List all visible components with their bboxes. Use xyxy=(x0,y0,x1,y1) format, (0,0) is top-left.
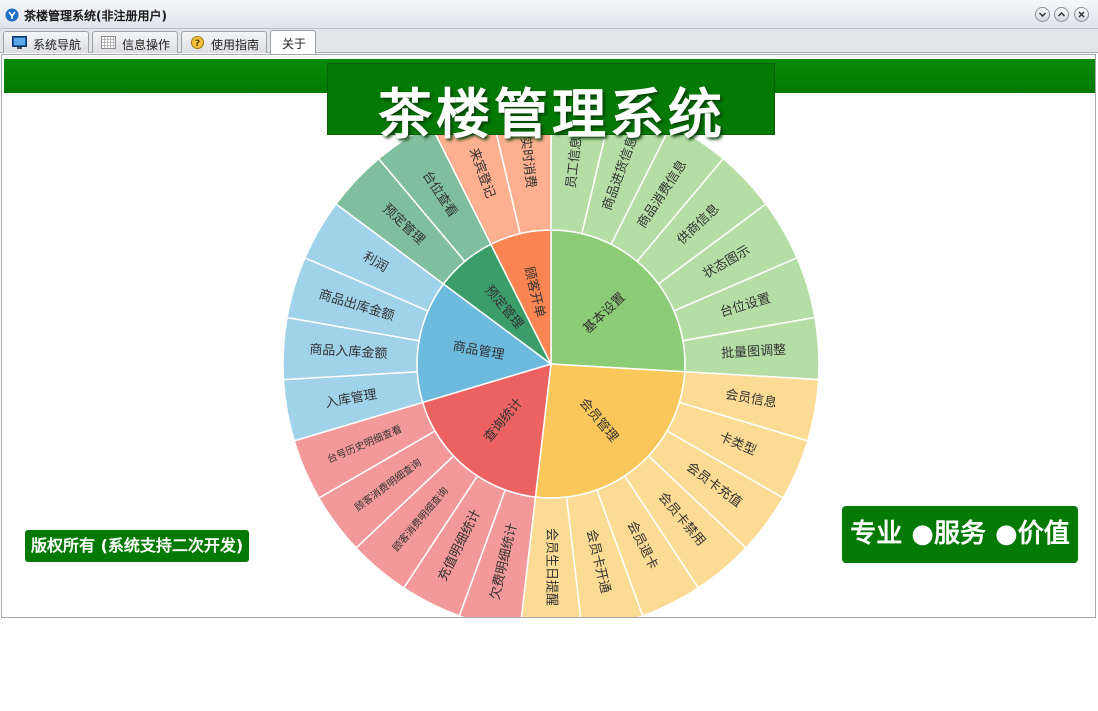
title-banner: 茶楼管理系统 xyxy=(327,63,775,146)
tab-about[interactable]: 关于 xyxy=(270,30,316,54)
svg-text:?: ? xyxy=(195,39,200,49)
tab-label: 系统导航 xyxy=(33,38,82,52)
tab-bar: 系统导航 信息操作 ? 使用指南 关于 xyxy=(0,29,1098,54)
chevron-up-icon xyxy=(1057,11,1066,17)
window-title: 茶楼管理系统(非注册用户) xyxy=(24,9,167,23)
title-bar: 茶楼管理系统(非注册用户) xyxy=(0,0,1098,29)
tab-label: 关于 xyxy=(282,37,307,51)
copyright-text: 版权所有 (系统支持二次开发) xyxy=(31,536,244,555)
tab-label: 使用指南 xyxy=(211,38,260,52)
slogan-text: 专业 ●服务 ●价值 xyxy=(850,519,1070,549)
copyright-badge: 版权所有 (系统支持二次开发) xyxy=(25,530,250,562)
maximize-button[interactable] xyxy=(1054,7,1069,22)
close-icon xyxy=(1078,11,1085,18)
app-logo-icon xyxy=(5,8,19,22)
tab-info-operation[interactable]: 信息操作 xyxy=(92,31,178,53)
sunburst-item-label: 会员生日提醒 xyxy=(544,528,560,606)
banner-title: 茶楼管理系统 xyxy=(378,83,726,146)
grid-icon xyxy=(101,36,116,49)
tab-label: 信息操作 xyxy=(122,38,171,52)
tab-user-guide[interactable]: ? 使用指南 xyxy=(181,31,267,53)
monitor-icon xyxy=(12,36,27,49)
about-panel: 员工信息 商品进货信息 商品消费信息 供商信息 状态图示 台位设置 批量图调整 基本设置 会员信… xyxy=(1,54,1096,618)
help-icon: ? xyxy=(191,36,204,49)
slogan-badge: 专业 ●服务 ●价值 xyxy=(842,506,1078,563)
empty-area xyxy=(0,618,1098,711)
minimize-button[interactable] xyxy=(1035,7,1050,22)
tab-system-navigation[interactable]: 系统导航 xyxy=(3,31,89,53)
close-button[interactable] xyxy=(1074,7,1089,22)
chevron-down-icon xyxy=(1038,12,1047,18)
